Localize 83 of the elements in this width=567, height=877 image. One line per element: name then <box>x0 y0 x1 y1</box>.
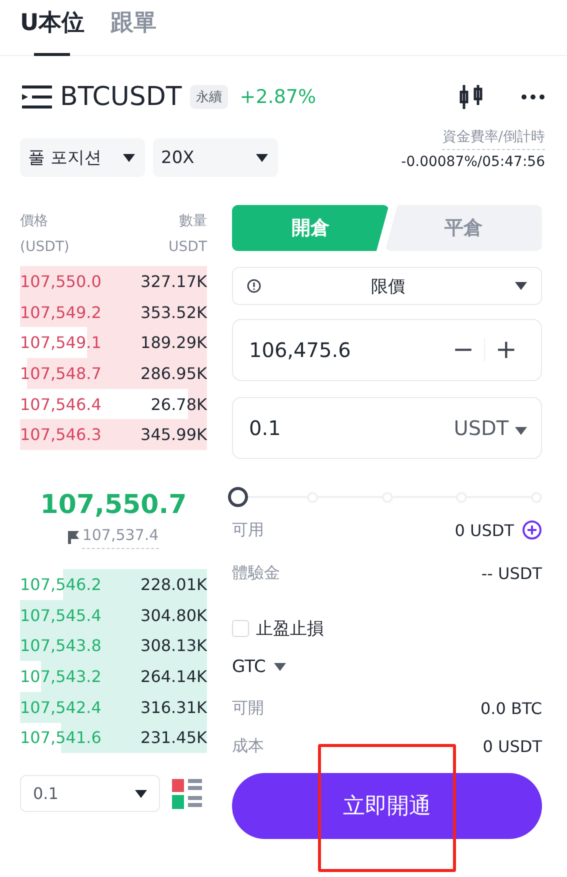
order-quantity: 353.52K <box>140 302 207 322</box>
order-quantity: 345.99K <box>140 425 207 444</box>
unit-dropdown[interactable]: USDT <box>454 416 527 440</box>
order-price: 107,546.3 <box>20 425 102 444</box>
flag-icon <box>68 531 80 544</box>
slider-thumb[interactable] <box>228 487 248 507</box>
caret-icon <box>515 427 527 435</box>
orderbook-row[interactable]: 107,550.0 327.17K <box>20 266 207 297</box>
order-quantity: 228.01K <box>140 574 207 594</box>
more-icon[interactable] <box>521 94 545 100</box>
layout-icon[interactable] <box>172 778 202 809</box>
symbol-name[interactable]: BTCUSDT <box>60 82 182 112</box>
orderbook-row[interactable]: 107,548.7 286.95K <box>20 358 207 389</box>
price-field[interactable]: 106,475.6 − + <box>232 319 542 381</box>
increase-button[interactable]: + <box>485 335 527 365</box>
order-quantity: 327.17K <box>140 272 207 291</box>
order-price: 107,549.1 <box>20 333 102 352</box>
order-price: 107,550.0 <box>20 272 102 291</box>
orderbook-row[interactable]: 107,546.2 228.01K <box>20 569 207 600</box>
order-price: 107,543.2 <box>20 667 102 686</box>
funding-value: -0.00087%/05:47:56 <box>401 154 545 170</box>
info-value: 0.0 BTC <box>480 698 542 718</box>
order-type-dropdown[interactable]: 限價 <box>232 267 542 305</box>
order-quantity: 26.78K <box>150 394 207 414</box>
orderbook-row[interactable]: 107,546.3 345.99K <box>20 419 207 450</box>
info-value: -- USDT <box>481 564 542 582</box>
info-label: 可開 <box>232 698 264 718</box>
select-dropdown[interactable]: 20X <box>153 138 278 177</box>
info-label: 成本 <box>232 736 264 756</box>
amount-field[interactable]: 0.1 USDT <box>232 397 542 459</box>
order-price: 107,543.8 <box>20 636 102 656</box>
order-price: 107,546.2 <box>20 574 102 594</box>
checkbox[interactable] <box>232 620 249 636</box>
info-value: 0 USDT <box>454 520 514 540</box>
info-label: 體驗金 <box>232 562 280 584</box>
orderbook-row[interactable]: 107,541.6 231.45K <box>20 722 207 754</box>
order-quantity: 189.29K <box>140 333 207 352</box>
order-price: 107,542.4 <box>20 698 102 717</box>
info-icon <box>247 279 261 293</box>
checkbox-label: 止盈止損 <box>256 618 324 640</box>
order-quantity: 316.31K <box>140 698 207 717</box>
orderbook-row[interactable]: 107,542.4 316.31K <box>20 692 207 723</box>
caret-icon <box>274 663 286 671</box>
info-label: 可用 <box>232 520 264 540</box>
top-tab[interactable]: U本位 <box>20 6 85 56</box>
column-header: 價格 <box>20 212 48 230</box>
orderbook-row[interactable]: 107,549.2 353.52K <box>20 296 207 328</box>
contract-badge: 永續 <box>190 85 228 109</box>
order-quantity: 264.14K <box>140 667 207 686</box>
order-price: 107,548.7 <box>20 364 102 383</box>
orderbook-row[interactable]: 107,546.4 26.78K <box>20 388 207 420</box>
caret-icon <box>256 154 268 162</box>
orderbook-row[interactable]: 107,543.8 308.13K <box>20 630 207 662</box>
caret-icon <box>135 790 147 798</box>
column-unit: USDT <box>168 239 207 255</box>
order-quantity: 308.13K <box>140 636 207 656</box>
order-price: 107,541.6 <box>20 728 102 748</box>
caret-icon <box>515 282 527 290</box>
candlestick-icon[interactable] <box>459 83 483 111</box>
order-price: 107,545.4 <box>20 606 102 625</box>
decrease-button[interactable]: − <box>442 335 484 365</box>
info-value: 0 USDT <box>482 736 542 756</box>
activate-button[interactable]: 立即開通 <box>232 773 542 839</box>
orderbook-row[interactable]: 107,543.2 264.14K <box>20 661 207 692</box>
order-price: 107,549.2 <box>20 302 102 322</box>
funding-label: 資金費率/倒計時 <box>442 128 545 150</box>
price-change: +2.87% <box>240 86 316 108</box>
mark-price: 107,537.4 <box>82 526 159 550</box>
order-quantity: 286.95K <box>140 364 207 383</box>
column-unit: (USDT) <box>20 239 70 255</box>
caret-icon <box>123 154 135 162</box>
add-icon[interactable] <box>522 520 542 540</box>
orderbook-row[interactable]: 107,549.1 189.29K <box>20 327 207 358</box>
precision-dropdown[interactable]: 0.1 <box>20 775 160 812</box>
last-price: 107,550.7 <box>39 490 188 520</box>
menu-icon[interactable] <box>22 85 52 109</box>
column-header: 數量 <box>179 212 207 230</box>
orderbook-row[interactable]: 107,545.4 304.80K <box>20 600 207 630</box>
order-quantity: 304.80K <box>140 606 207 625</box>
time-in-force-dropdown[interactable]: GTC <box>232 651 542 683</box>
order-quantity: 231.45K <box>140 728 207 748</box>
select-dropdown[interactable]: 풀 포지션 <box>20 138 145 177</box>
order-price: 107,546.4 <box>20 394 102 414</box>
